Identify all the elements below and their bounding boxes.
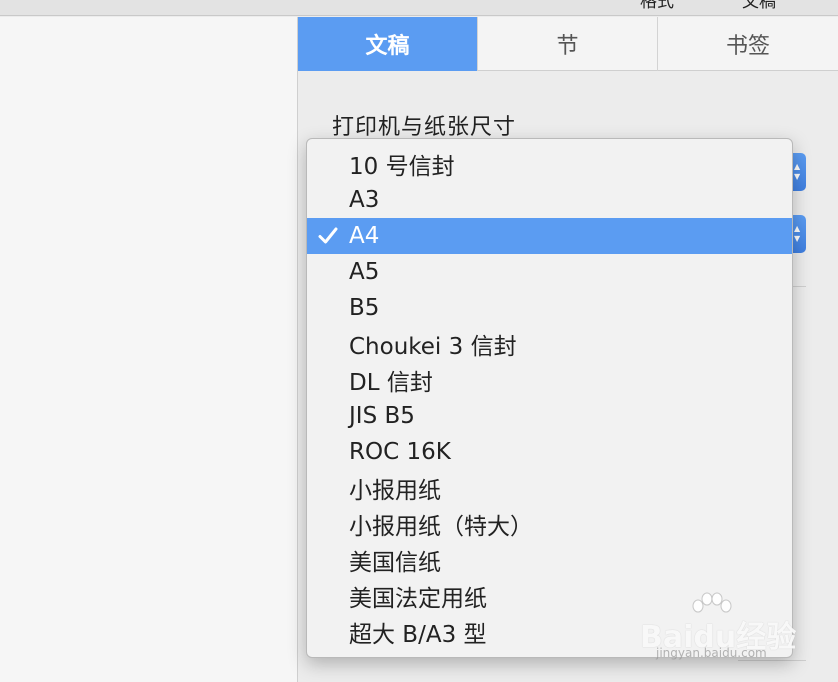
menu-item[interactable]: 10 号信封 (307, 146, 792, 182)
menu-item-label: A4 (349, 223, 380, 249)
menu-item[interactable]: DL 信封 (307, 362, 792, 398)
menu-item[interactable]: 美国信纸 (307, 542, 792, 578)
baidu-jingyan-watermark: Baidu经验 jingyan.baidu.com (640, 592, 800, 664)
paper-size-dropdown-menu: 10 号信封 A3 A4 A5 B5 Choukei 3 信封 DL 信封 JI… (306, 138, 793, 658)
menu-item-label: 小报用纸（特大） (349, 514, 533, 540)
menu-item-selected[interactable]: A4 (307, 218, 792, 254)
menu-item[interactable]: ROC 16K (307, 434, 792, 470)
document-canvas[interactable] (0, 17, 297, 682)
watermark-url: jingyan.baidu.com (656, 646, 767, 660)
menu-item[interactable]: B5 (307, 290, 792, 326)
menu-item-label: A3 (349, 187, 380, 213)
menu-item-label: 超大 B/A3 型 (349, 622, 487, 648)
menu-item-label: Choukei 3 信封 (349, 334, 517, 360)
menu-item-label: 10 号信封 (349, 154, 455, 180)
tab-document[interactable]: 文稿 (298, 17, 478, 71)
chevron-up-icon: ▲ (794, 162, 801, 171)
menu-item[interactable]: 小报用纸 (307, 470, 792, 506)
chevron-down-icon: ▼ (794, 172, 801, 181)
paper-size-popup-stepper[interactable]: ▲ ▼ (792, 215, 806, 253)
menu-item-label: ROC 16K (349, 439, 451, 465)
menu-item-label: JIS B5 (349, 403, 415, 429)
menu-item[interactable]: Choukei 3 信封 (307, 326, 792, 362)
chevron-down-icon: ▼ (794, 234, 801, 243)
menu-item[interactable]: 小报用纸（特大） (307, 506, 792, 542)
menu-item[interactable]: A5 (307, 254, 792, 290)
menu-item-label: 美国法定用纸 (349, 586, 487, 612)
chevron-up-icon: ▲ (794, 224, 801, 233)
menu-item-label: 美国信纸 (349, 550, 441, 576)
toolbar-label-cut[interactable]: 文稿 (742, 0, 776, 12)
tab-bookmarks[interactable]: 书签 (658, 17, 838, 71)
window-toolbar-strip: 格式 文稿 (0, 0, 838, 16)
menu-item-label: A5 (349, 259, 380, 285)
menu-item-label: 小报用纸 (349, 478, 441, 504)
menu-item[interactable]: JIS B5 (307, 398, 792, 434)
tab-section[interactable]: 节 (478, 17, 658, 71)
menu-item[interactable]: A3 (307, 182, 792, 218)
toolbar-label-cut[interactable]: 格式 (640, 0, 674, 12)
menu-item-label: DL 信封 (349, 370, 433, 396)
menu-item-label: B5 (349, 295, 380, 321)
printer-paper-size-heading: 打印机与纸张尺寸 (332, 115, 517, 140)
checkmark-icon (318, 227, 338, 244)
inspector-tabs: 文稿 节 书签 (298, 17, 838, 71)
printer-popup-stepper[interactable]: ▲ ▼ (792, 153, 806, 191)
